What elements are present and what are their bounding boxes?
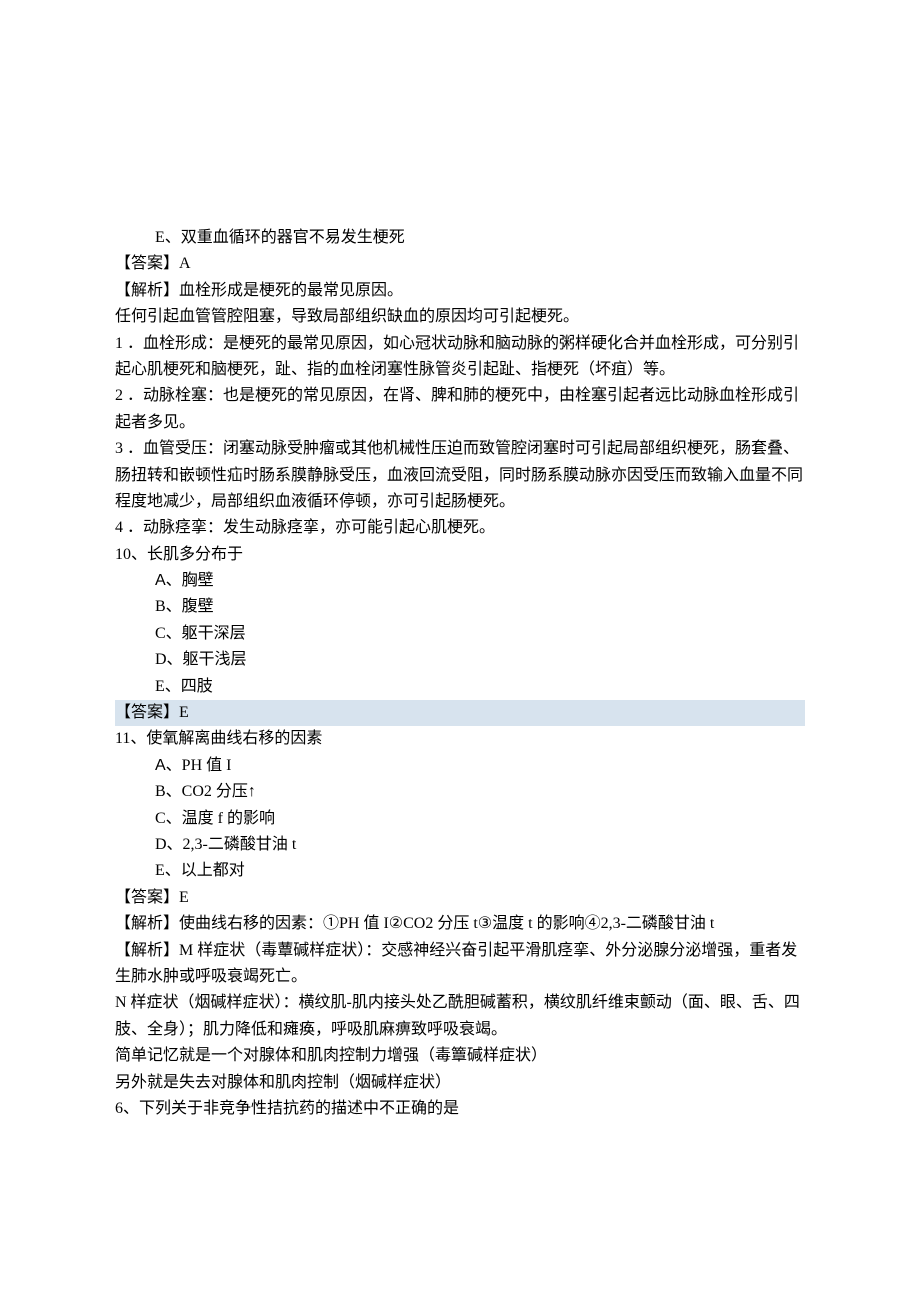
option-b: B、CO2 分压↑	[115, 779, 805, 805]
option-text: 、PH 值 I	[166, 757, 232, 774]
analysis-line: 2 ．动脉栓塞：也是梗死的常见原因，在肾、脾和肺的梗死中，由栓塞引起者远比动脉血…	[115, 383, 805, 436]
analysis-line: N 样症状（烟碱样症状）：横纹肌-肌内接头处乙酰胆碱蓄积，横纹肌纤维束颤动（面、…	[115, 990, 805, 1043]
document-page: E、双重血循环的器官不易发生梗死 【答案】A 【解析】血栓形成是梗死的最常见原因…	[0, 0, 920, 1262]
answer-block: 【答案】A	[115, 251, 805, 277]
question-6: 6、下列关于非竞争性拮抗药的描述中不正确的是	[115, 1096, 805, 1122]
option-letter: A	[155, 757, 166, 774]
analysis-line: 任何引起血管管腔阻塞，导致局部组织缺血的原因均可引起梗死。	[115, 304, 805, 330]
analysis-line: 3 ．血管受压：闭塞动脉受肿瘤或其他机械性压迫而致管腔闭塞时可引起局部组织梗死，…	[115, 436, 805, 515]
option-e: E、四肢	[115, 674, 805, 700]
analysis-line: 简单记忆就是一个对腺体和肌肉控制力增强（毒簟碱样症状）	[115, 1043, 805, 1069]
option-letter: A	[155, 572, 166, 589]
option-c: C、温度 f 的影响	[115, 806, 805, 832]
analysis-line: 另外就是失去对腺体和肌肉控制（烟碱样症状）	[115, 1070, 805, 1096]
analysis-line: 4 ．动脉痉挛：发生动脉痉挛，亦可能引起心肌梗死。	[115, 515, 805, 541]
option-e: E、以上都对	[115, 858, 805, 884]
answer-block: 【答案】E	[115, 885, 805, 911]
analysis-line: 【解析】M 样症状（毒蕈碱样症状）：交感神经兴奋引起平滑肌痉挛、外分泌腺分泌增强…	[115, 938, 805, 991]
option-d: D、躯干浅层	[115, 647, 805, 673]
question-11: 11、使氧解离曲线右移的因素	[115, 726, 805, 752]
option-a: A、PH 值 I	[115, 753, 805, 779]
option-text: 、胸壁	[166, 572, 214, 589]
analysis-line: 【解析】使曲线右移的因素：①PH 值 I②CO2 分压 t③温度 t 的影响④2…	[115, 911, 805, 937]
analysis-line: 1 ．血栓形成：是梗死的最常见原因，如心冠状动脉和脑动脉的粥样硬化合并血栓形成，…	[115, 331, 805, 384]
answer-block-highlighted: 【答案】E	[115, 700, 805, 726]
option-a: A、胸壁	[115, 568, 805, 594]
analysis-line: 【解析】血栓形成是梗死的最常见原因。	[115, 278, 805, 304]
question-10: 10、长肌多分布于	[115, 542, 805, 568]
option-c: C、躯干深层	[115, 621, 805, 647]
option-e: E、双重血循环的器官不易发生梗死	[115, 225, 805, 251]
option-b: B、腹壁	[115, 594, 805, 620]
option-d: D、2,3-二磷酸甘油 t	[115, 832, 805, 858]
